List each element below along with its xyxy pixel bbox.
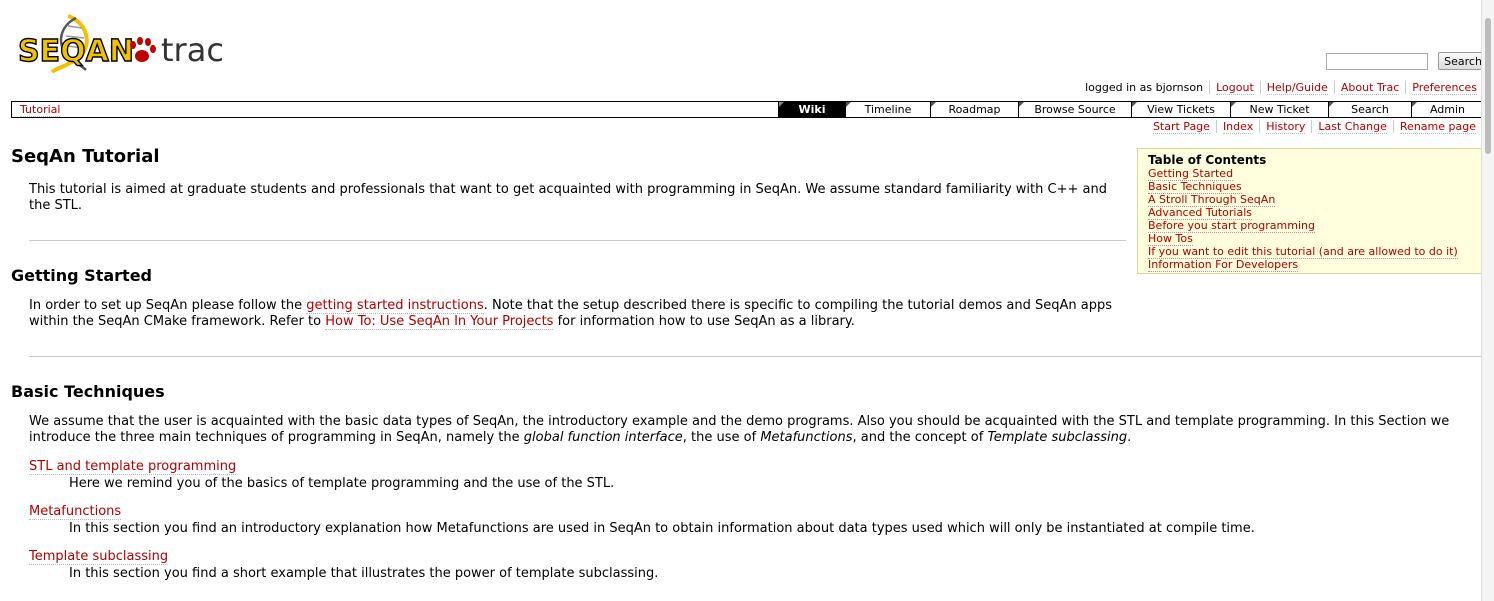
- list-item-description: In this section you find a short example…: [69, 566, 659, 581]
- stl-template-programming-link[interactable]: STL and template programming: [29, 459, 237, 475]
- divider: [29, 240, 1126, 241]
- preferences-link[interactable]: Preferences: [1412, 81, 1477, 95]
- toc-title: Table of Contents: [1148, 153, 1267, 167]
- toc-link-basic-techniques[interactable]: Basic Techniques: [1148, 180, 1242, 194]
- toc-link-stroll-through-seqan[interactable]: A Stroll Through SeqAn: [1148, 193, 1276, 207]
- basic-techniques-paragraph: We assume that the user is acquainted wi…: [29, 414, 1474, 446]
- tab-search[interactable]: Search: [1328, 102, 1411, 117]
- logo-graphic: SEQAN trac: [17, 14, 224, 74]
- logo-text-seqan: SEQAN: [18, 34, 134, 69]
- emphasis-metafunctions: Metafunctions: [760, 430, 853, 445]
- history-link[interactable]: History: [1266, 120, 1306, 134]
- text-segment: , and the concept of: [852, 430, 988, 445]
- list-item-description: Here we remind you of the basics of temp…: [69, 476, 615, 491]
- scrollbar-thumb[interactable]: [1485, 18, 1491, 154]
- toc-link-getting-started[interactable]: Getting Started: [1148, 167, 1234, 181]
- tab-new-ticket[interactable]: New Ticket: [1230, 102, 1328, 117]
- toc-list: Getting Started Basic Techniques A Strol…: [1148, 167, 1471, 272]
- index-link[interactable]: Index: [1222, 120, 1254, 134]
- vertical-scrollbar[interactable]: [1481, 0, 1494, 601]
- about-trac-link[interactable]: About Trac: [1340, 81, 1400, 95]
- intro-paragraph: This tutorial is aimed at graduate stude…: [29, 182, 1107, 213]
- seqan-trac-logo[interactable]: SEQAN trac: [16, 14, 236, 74]
- main-navigation-bar: Tutorial Wiki Timeline Roadmap Browse So…: [11, 101, 1484, 118]
- last-change-link[interactable]: Last Change: [1318, 120, 1387, 134]
- heading-getting-started: Getting Started: [11, 266, 152, 285]
- heading-basic-techniques: Basic Techniques: [11, 382, 165, 401]
- search-form: Search: [1326, 52, 1488, 70]
- start-page-link[interactable]: Start Page: [1152, 120, 1210, 134]
- logout-link[interactable]: Logout: [1216, 81, 1254, 95]
- breadcrumb-tutorial-link[interactable]: Tutorial: [20, 103, 61, 117]
- toc-link-advanced-tutorials[interactable]: Advanced Tutorials: [1148, 206, 1253, 220]
- list-item-description: In this section you find an introductory…: [69, 521, 1255, 536]
- emphasis-global-function-interface: global function interface: [523, 430, 683, 445]
- text-segment: .: [1127, 430, 1132, 445]
- page-title: SeqAn Tutorial: [11, 146, 160, 167]
- getting-started-instructions-link[interactable]: getting started instructions: [306, 298, 484, 314]
- search-input[interactable]: [1326, 52, 1428, 70]
- metafunctions-link[interactable]: Metafunctions: [29, 504, 122, 520]
- help-guide-link[interactable]: Help/Guide: [1266, 81, 1328, 95]
- toc-link-edit-tutorial[interactable]: If you want to edit this tutorial (and a…: [1148, 245, 1458, 259]
- how-to-use-seqan-link[interactable]: How To: Use SeqAn In Your Projects: [325, 314, 554, 330]
- toc-link-before-you-start[interactable]: Before you start programming: [1148, 219, 1315, 233]
- logged-in-status: logged in as bjornson: [1085, 81, 1204, 94]
- toc-link-how-tos[interactable]: How Tos: [1148, 232, 1193, 246]
- context-navigation: Start Page Index History Last Change Rename …: [1147, 120, 1476, 134]
- breadcrumb: Tutorial: [20, 103, 61, 117]
- table-of-contents: Table of Contents Getting Started Basic …: [1137, 148, 1482, 274]
- tab-wiki[interactable]: Wiki: [778, 102, 845, 117]
- main-navigation-tabs: Wiki Timeline Roadmap Browse Source View…: [778, 102, 1483, 117]
- emphasis-template-subclassing: Template subclassing: [987, 430, 1128, 445]
- text-segment: , the use of: [682, 430, 761, 445]
- text-segment: In order to set up SeqAn please follow t…: [29, 298, 307, 313]
- tab-admin[interactable]: Admin: [1411, 102, 1483, 117]
- meta-navigation: logged in as bjornson Logout Help/Guide Abo…: [1085, 81, 1477, 95]
- logo-text-trac: trac: [161, 31, 224, 69]
- tab-browse-source[interactable]: Browse Source: [1018, 102, 1131, 117]
- tab-timeline[interactable]: Timeline: [845, 102, 930, 117]
- tab-roadmap[interactable]: Roadmap: [930, 102, 1018, 117]
- toc-link-information-for-developers[interactable]: Information For Developers: [1148, 258, 1299, 272]
- tab-view-tickets[interactable]: View Tickets: [1131, 102, 1230, 117]
- template-subclassing-link[interactable]: Template subclassing: [29, 549, 169, 565]
- divider: [29, 356, 1482, 357]
- text-segment: for information how to use SeqAn as a li…: [553, 314, 855, 329]
- rename-page-link[interactable]: Rename page: [1399, 120, 1476, 134]
- getting-started-paragraph: In order to set up SeqAn please follow t…: [29, 298, 1119, 330]
